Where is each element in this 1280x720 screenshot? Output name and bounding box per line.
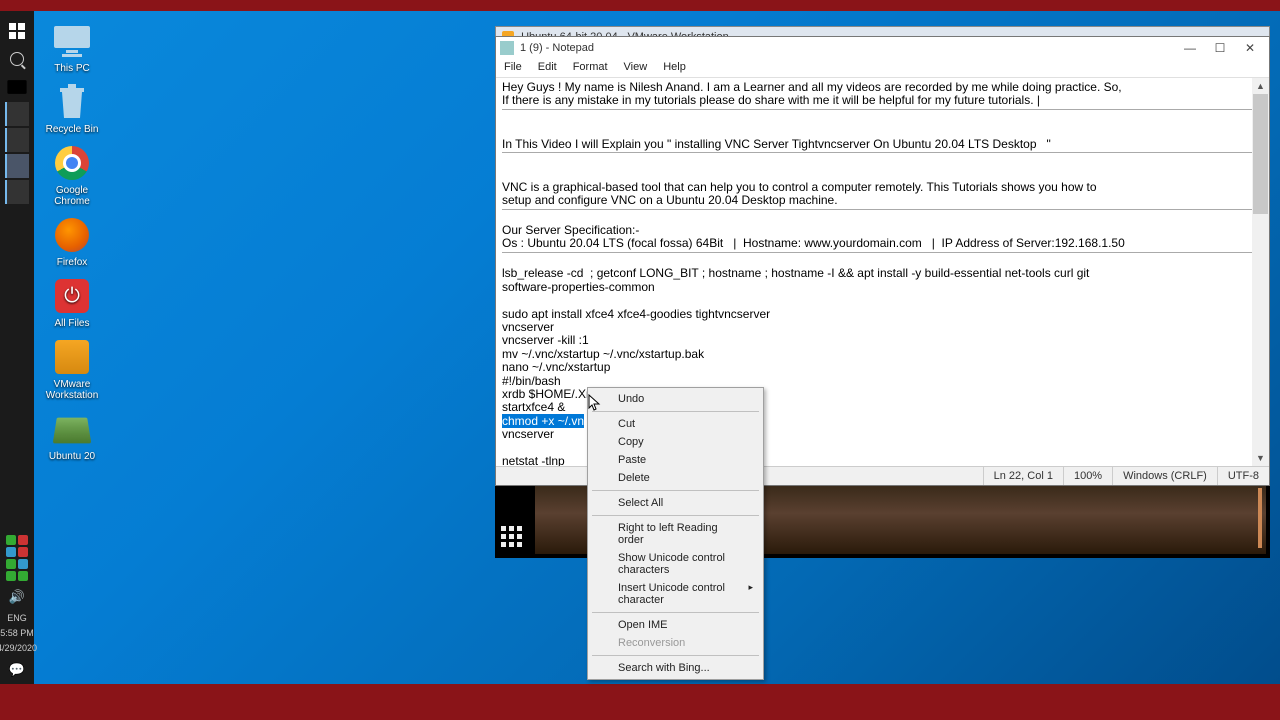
menu-edit[interactable]: Edit bbox=[530, 59, 565, 77]
minimize-button[interactable]: — bbox=[1175, 38, 1205, 58]
ctx-sep bbox=[592, 515, 759, 516]
vmware-icon bbox=[50, 337, 94, 377]
taskbar-app-edge[interactable] bbox=[5, 102, 29, 126]
system-tray[interactable] bbox=[0, 533, 34, 583]
language-indicator[interactable]: ENG bbox=[7, 611, 27, 626]
taskbar-app-explorer[interactable] bbox=[5, 154, 29, 178]
notepad-titlebar[interactable]: 1 (9) - Notepad — ☐ ✕ bbox=[496, 37, 1269, 59]
desktop-icons: This PC Recycle Bin Google Chrome Firefo… bbox=[40, 21, 104, 462]
selected-text: chmod +x ~/.vn bbox=[502, 414, 584, 428]
taskbar-app-vmware[interactable] bbox=[5, 128, 29, 152]
start-button[interactable] bbox=[6, 20, 28, 42]
ctx-insert-unicode[interactable]: Insert Unicode control character bbox=[590, 579, 761, 609]
ctx-copy[interactable]: Copy bbox=[590, 433, 761, 451]
ctx-search-bing[interactable]: Search with Bing... bbox=[590, 659, 761, 677]
label: VMware Workstation bbox=[46, 379, 99, 401]
status-encoding: UTF-8 bbox=[1217, 467, 1269, 485]
desktop-icon-recycle-bin[interactable]: Recycle Bin bbox=[40, 82, 104, 135]
vertical-scrollbar[interactable]: ▲ ▼ bbox=[1252, 78, 1269, 466]
pc-icon bbox=[50, 21, 94, 61]
scroll-down-arrow[interactable]: ▼ bbox=[1252, 450, 1269, 466]
bin-icon bbox=[50, 82, 94, 122]
taskbar: 🔊 ENG 5:58 PM 4/29/2020 💬 bbox=[0, 11, 34, 684]
ctx-open-ime[interactable]: Open IME bbox=[590, 616, 761, 634]
taskbar-app-notepad[interactable] bbox=[5, 180, 29, 204]
ctx-select-all[interactable]: Select All bbox=[590, 494, 761, 512]
clock-time[interactable]: 5:58 PM bbox=[0, 626, 34, 641]
status-position: Ln 22, Col 1 bbox=[983, 467, 1063, 485]
label: This PC bbox=[54, 63, 90, 74]
ctx-sep bbox=[592, 612, 759, 613]
status-eol: Windows (CRLF) bbox=[1112, 467, 1217, 485]
desktop-icon-all-files[interactable]: ⏻ All Files bbox=[40, 276, 104, 329]
label: All Files bbox=[54, 318, 89, 329]
maximize-button[interactable]: ☐ bbox=[1205, 38, 1235, 58]
notepad-title-text: 1 (9) - Notepad bbox=[520, 42, 594, 54]
ubuntu-icon bbox=[50, 409, 94, 449]
menu-file[interactable]: File bbox=[496, 59, 530, 77]
ubuntu-side-indicator bbox=[1258, 488, 1262, 548]
ctx-undo[interactable]: Undo bbox=[590, 390, 761, 408]
desktop-icon-firefox[interactable]: Firefox bbox=[40, 215, 104, 268]
desktop-icon-this-pc[interactable]: This PC bbox=[40, 21, 104, 74]
ctx-show-unicode[interactable]: Show Unicode control characters bbox=[590, 549, 761, 579]
search-button[interactable] bbox=[6, 48, 28, 70]
label: Google Chrome bbox=[54, 185, 90, 207]
ctx-reconversion: Reconversion bbox=[590, 634, 761, 652]
notifications-icon[interactable]: 💬 bbox=[6, 659, 28, 681]
clock-date: 4/29/2020 bbox=[0, 641, 37, 656]
chrome-icon bbox=[50, 143, 94, 183]
menu-view[interactable]: View bbox=[616, 59, 656, 77]
ctx-paste[interactable]: Paste bbox=[590, 451, 761, 469]
scroll-up-arrow[interactable]: ▲ bbox=[1252, 78, 1269, 94]
ctx-sep bbox=[592, 411, 759, 412]
volume-icon[interactable]: 🔊 bbox=[6, 586, 28, 608]
notepad-app-icon bbox=[500, 41, 514, 55]
firefox-icon bbox=[50, 215, 94, 255]
menu-help[interactable]: Help bbox=[655, 59, 694, 77]
scroll-thumb[interactable] bbox=[1253, 94, 1268, 214]
label: Recycle Bin bbox=[46, 124, 99, 135]
desktop-icon-ubuntu[interactable]: Ubuntu 20 bbox=[40, 409, 104, 462]
label: Firefox bbox=[57, 257, 88, 268]
ctx-sep bbox=[592, 490, 759, 491]
label: Ubuntu 20 bbox=[49, 451, 95, 462]
search-icon bbox=[10, 52, 24, 66]
menu-format[interactable]: Format bbox=[565, 59, 616, 77]
desktop-screen: 🔊 ENG 5:58 PM 4/29/2020 💬 This PC Recycl… bbox=[0, 11, 1280, 684]
task-view-button[interactable] bbox=[6, 76, 28, 98]
ctx-delete[interactable]: Delete bbox=[590, 469, 761, 487]
status-zoom: 100% bbox=[1063, 467, 1112, 485]
desktop-icon-vmware[interactable]: VMware Workstation bbox=[40, 337, 104, 401]
context-menu: Undo Cut Copy Paste Delete Select All Ri… bbox=[587, 387, 764, 680]
close-button[interactable]: ✕ bbox=[1235, 38, 1265, 58]
notepad-menubar: File Edit Format View Help bbox=[496, 59, 1269, 78]
power-icon: ⏻ bbox=[50, 276, 94, 316]
ctx-cut[interactable]: Cut bbox=[590, 415, 761, 433]
desktop-icon-chrome[interactable]: Google Chrome bbox=[40, 143, 104, 207]
ctx-rtl[interactable]: Right to left Reading order bbox=[590, 519, 761, 549]
ubuntu-apps-button[interactable] bbox=[501, 526, 527, 552]
ctx-sep bbox=[592, 655, 759, 656]
